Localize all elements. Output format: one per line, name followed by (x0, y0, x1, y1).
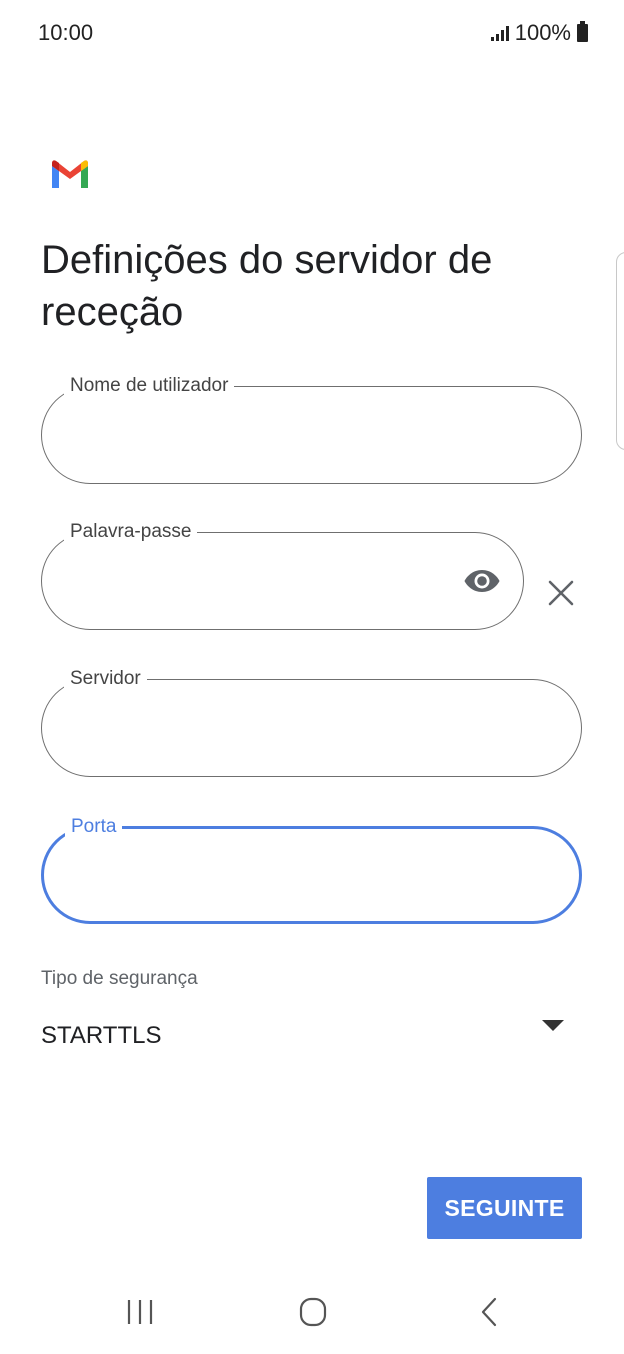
security-type-value: STARTTLS (41, 1022, 162, 1049)
server-label: Servidor (64, 668, 147, 690)
status-indicators: 100% (490, 20, 588, 46)
security-type-label: Tipo de segurança (41, 968, 198, 989)
port-input[interactable] (72, 859, 499, 897)
username-label: Nome de utilizador (64, 375, 235, 397)
port-label: Porta (65, 816, 123, 838)
signal-icon (490, 25, 509, 41)
username-input[interactable] (70, 417, 501, 455)
battery-percentage: 100% (514, 20, 571, 45)
gmail-logo-icon (52, 160, 88, 188)
navigation-bar (0, 1270, 624, 1354)
home-icon[interactable] (292, 1294, 336, 1330)
security-type-dropdown[interactable]: STARTTLS (41, 1010, 582, 1060)
password-input[interactable] (70, 563, 443, 601)
battery-icon (577, 21, 588, 42)
password-label: Palavra-passe (64, 521, 198, 543)
server-input[interactable] (70, 710, 501, 748)
scroll-indicator[interactable] (616, 252, 624, 450)
status-time: 10:00 (38, 20, 94, 45)
password-field[interactable]: Palavra-passe (41, 521, 524, 630)
eye-icon[interactable] (463, 567, 501, 595)
server-field[interactable]: Servidor (41, 668, 582, 777)
port-field[interactable]: Porta (41, 816, 582, 924)
next-button[interactable]: SEGUINTE (427, 1177, 582, 1239)
recents-icon[interactable] (118, 1294, 162, 1330)
dropdown-arrow-icon (542, 1020, 564, 1031)
back-icon[interactable] (466, 1294, 510, 1330)
username-field[interactable]: Nome de utilizador (41, 375, 582, 484)
page-title: Definições do servidor de receção (41, 238, 493, 334)
close-icon[interactable] (546, 578, 576, 608)
